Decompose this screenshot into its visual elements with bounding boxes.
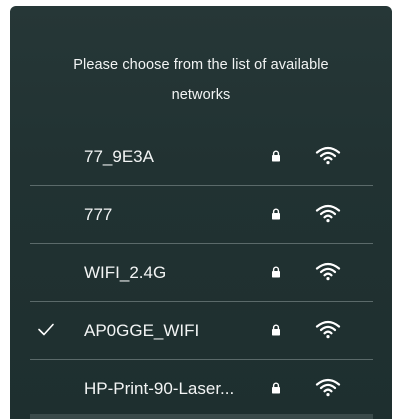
- wifi-icon: [315, 262, 341, 281]
- network-item-ap0gge-wifi[interactable]: AP0GGE_WIFI: [30, 302, 373, 360]
- network-item-wifi-2-4g[interactable]: WIFI_2.4G: [30, 244, 373, 302]
- dialog-prompt-line-2: networks: [171, 87, 231, 103]
- wifi-icon: [315, 378, 341, 397]
- lock-icon: [272, 324, 280, 336]
- dialog-prompt-line-1: Please choose from the list of available: [73, 57, 329, 73]
- dialog-prompt: Please choose from the list of available…: [50, 50, 352, 110]
- network-ssid: 77_9E3A: [84, 147, 154, 166]
- network-item-777[interactable]: 777: [30, 186, 373, 244]
- network-ssid: 777: [84, 205, 113, 224]
- lock-icon: [272, 150, 280, 162]
- wifi-icon: [315, 146, 341, 165]
- network-ssid: WIFI_2.4G: [84, 263, 167, 282]
- network-item-77-9e3a[interactable]: 77_9E3A: [30, 128, 373, 186]
- network-ssid: AP0GGE_WIFI: [84, 321, 200, 340]
- wifi-network-dialog: Please choose from the list of available…: [10, 6, 392, 419]
- network-item-hp-print-90-laser[interactable]: HP-Print-90-Laser...: [30, 360, 373, 418]
- lock-icon: [272, 266, 280, 278]
- lock-icon: [272, 208, 280, 220]
- wifi-icon: [315, 320, 341, 339]
- list-scroll-edge: [30, 414, 373, 419]
- network-ssid: HP-Print-90-Laser...: [84, 379, 235, 398]
- wifi-icon: [315, 204, 341, 223]
- lock-icon: [272, 382, 280, 394]
- checkmark-icon: [38, 323, 54, 336]
- network-list: 77_9E3A 777 WIFI_2.4G AP0GGE_WIFI HP-Pri…: [30, 128, 373, 418]
